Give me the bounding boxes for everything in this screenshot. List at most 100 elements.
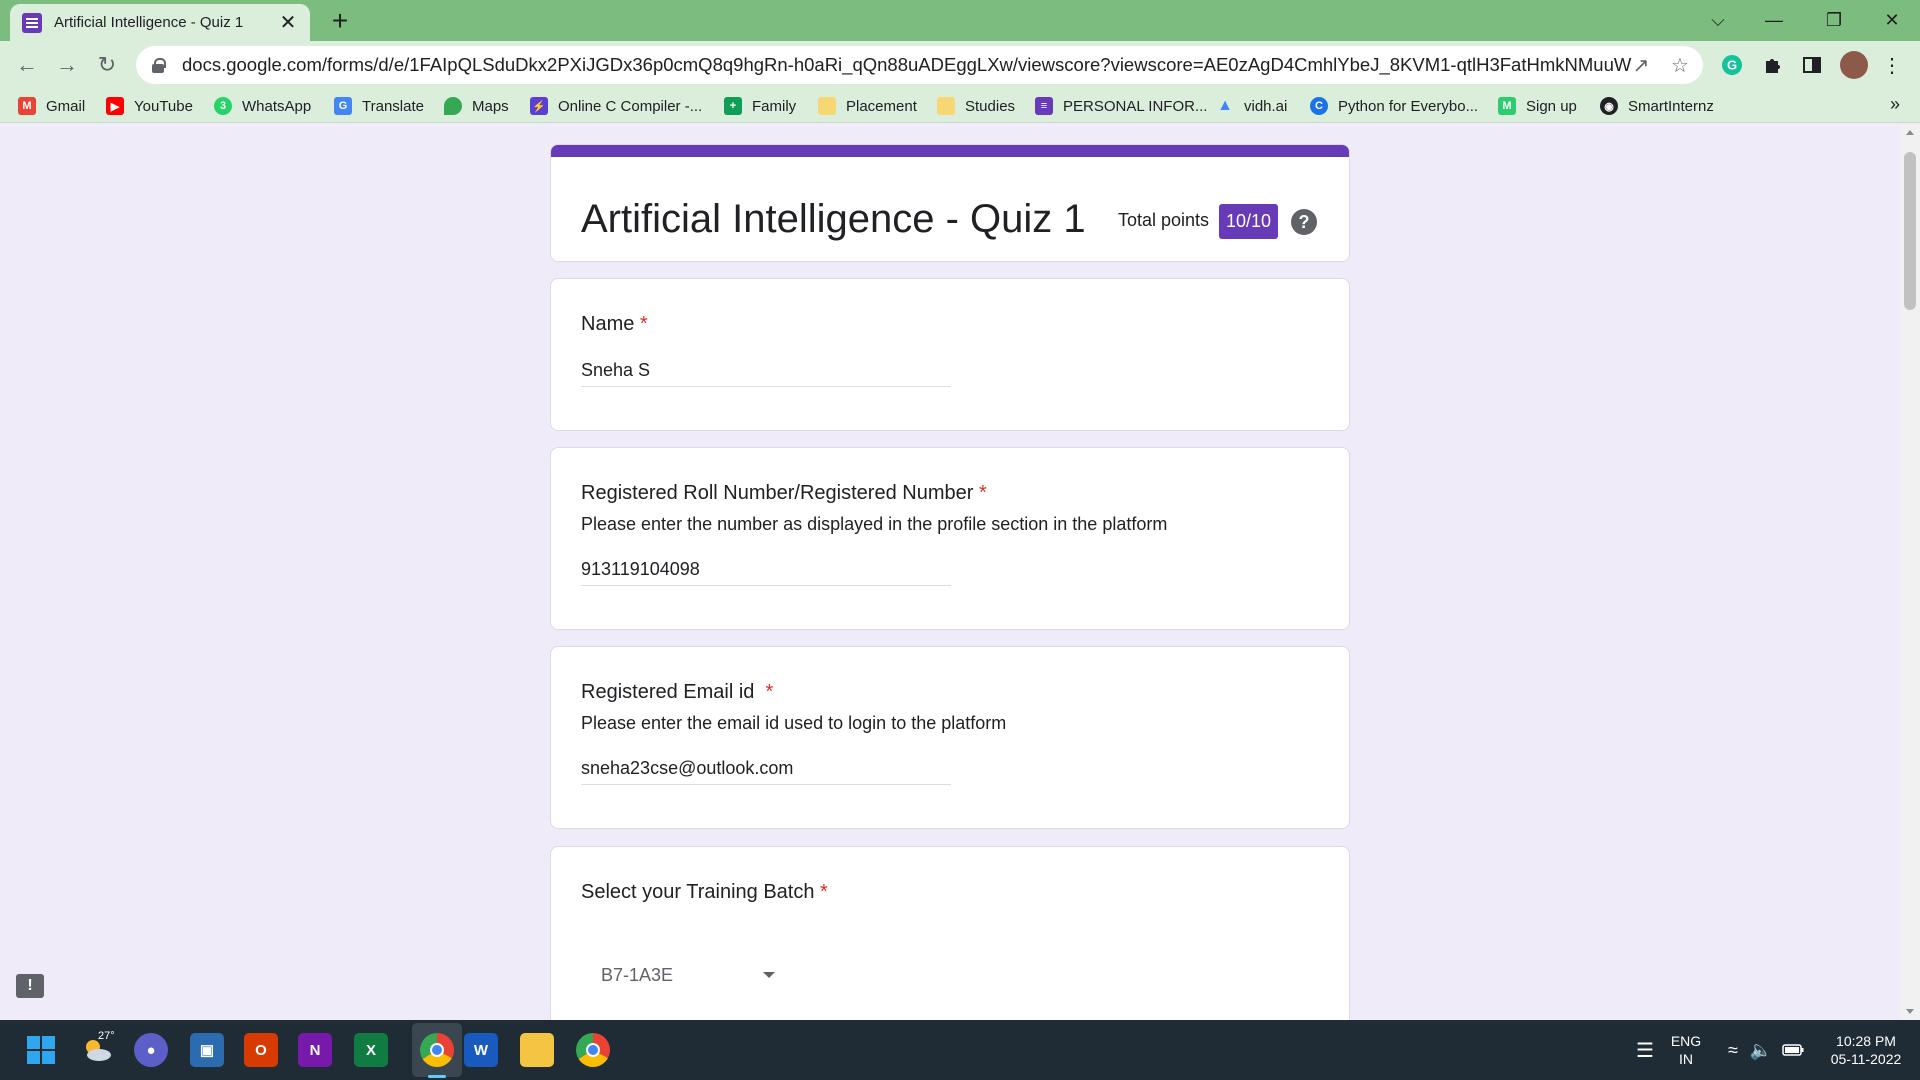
question-title: Registered Roll Number/Registered Number… [581, 482, 987, 504]
globe-icon: ◉ [1600, 97, 1618, 115]
language-indicator[interactable]: ENG IN [1664, 1032, 1708, 1068]
scroll-up-icon[interactable] [1906, 130, 1914, 135]
vidhai-icon: ▲ [1217, 97, 1233, 114]
bookmark-family[interactable]: + Family [724, 95, 796, 117]
file-explorer-icon[interactable] [520, 1033, 554, 1067]
report-feedback-icon[interactable]: ! [16, 974, 44, 998]
page-scrollbar[interactable] [1900, 124, 1920, 1020]
bookmark-gmail[interactable]: M Gmail [18, 95, 85, 117]
bookmark-studies[interactable]: Studies [937, 95, 1015, 117]
bookmark-whatsapp[interactable]: 3 WhatsApp [214, 95, 311, 117]
sheets-icon: + [724, 97, 742, 115]
question-description: Please enter the email id used to login … [581, 713, 1007, 733]
active-app-indicator [428, 1075, 446, 1078]
bookmark-personal-info[interactable]: ≡ PERSONAL INFOR... [1035, 95, 1207, 117]
question-title: Registered Email id * [581, 681, 774, 703]
maps-icon [444, 97, 462, 115]
new-tab-button[interactable]: + [325, 6, 355, 36]
bookmark-python-for-everybody[interactable]: C Python for Everybo... [1310, 95, 1478, 117]
forms-favicon-icon [22, 12, 42, 33]
question-card-roll-number: Registered Roll Number/Registered Number… [550, 447, 1350, 630]
share-icon[interactable]: ↗ [1630, 54, 1652, 77]
bookmark-star-icon[interactable]: ☆ [1669, 54, 1691, 77]
page-content: Artificial Intelligence - Quiz 1 Total p… [0, 124, 1900, 1020]
notifications-chat-icon[interactable]: ☰ [1628, 1033, 1662, 1067]
form-title: Artificial Intelligence - Quiz 1 [581, 197, 1086, 241]
onenote-icon[interactable]: N [298, 1033, 332, 1067]
required-mark: * [765, 681, 774, 703]
help-icon[interactable]: ? [1291, 209, 1317, 235]
tab-search-icon[interactable]: ⌵ [1690, 0, 1746, 41]
whatsapp-icon: 3 [214, 97, 232, 115]
volume-icon[interactable]: 🔈 [1744, 1033, 1778, 1067]
bookmark-translate[interactable]: G Translate [334, 95, 424, 117]
gmail-icon: M [18, 97, 36, 115]
bookmark-online-c-compiler[interactable]: ⚡ Online C Compiler -... [530, 95, 702, 117]
word-icon[interactable]: W [464, 1033, 498, 1067]
question-description: Please enter the number as displayed in … [581, 514, 1168, 534]
coursera-icon: C [1310, 97, 1328, 115]
remote-desktop-icon[interactable]: ▣ [190, 1033, 224, 1067]
scroll-thumb[interactable] [1904, 152, 1916, 310]
start-windows-icon[interactable] [24, 1033, 58, 1067]
back-icon[interactable]: ← [11, 49, 43, 81]
bookmark-vidhai[interactable]: ▲ vidh.ai [1216, 95, 1287, 117]
dropdown-arrow-icon [763, 972, 775, 978]
close-window-button[interactable]: ✕ [1864, 0, 1920, 41]
required-mark: * [978, 482, 987, 504]
bookmarks-overflow-icon[interactable]: » [1890, 94, 1900, 115]
chrome-icon[interactable] [420, 1033, 454, 1067]
bookmark-maps[interactable]: Maps [444, 95, 509, 117]
office-icon[interactable]: O [244, 1033, 278, 1067]
forward-icon[interactable]: → [51, 49, 83, 81]
compiler-icon: ⚡ [530, 97, 548, 115]
side-panel-icon[interactable] [1800, 53, 1824, 77]
folder-icon [818, 97, 836, 115]
forms-icon: ≡ [1035, 97, 1053, 115]
form-header-card: Artificial Intelligence - Quiz 1 Total p… [550, 144, 1350, 262]
bookmark-sign-up[interactable]: M Sign up [1498, 95, 1577, 117]
grammarly-icon[interactable]: G [1720, 53, 1744, 77]
question-card-training-batch: Select your Training Batch * B7-1A3E [550, 846, 1350, 1020]
profile-avatar[interactable] [1840, 51, 1868, 79]
bookmarks-bar: M Gmail ▶ YouTube 3 WhatsApp G Translate Map… [0, 89, 1920, 123]
chrome-profile-icon[interactable] [576, 1033, 610, 1067]
accent-bar [551, 145, 1349, 157]
windows-taskbar: 27° ● ▣ O N X W ☰ ENG IN ≈ 🔈 10:28 PM 05… [0, 1020, 1920, 1080]
required-mark: * [820, 881, 828, 903]
address-bar[interactable]: docs.google.com/forms/d/e/1FAIpQLSduDkx2… [136, 46, 1703, 84]
translate-icon: G [334, 97, 352, 115]
restore-button[interactable]: ❐ [1806, 0, 1862, 41]
clock[interactable]: 10:28 PM 05-11-2022 [1818, 1032, 1914, 1068]
question-card-email: Registered Email id * Please enter the e… [550, 646, 1350, 829]
menu-kebab-icon[interactable]: ⋮ [1880, 53, 1904, 77]
question-title: Name * [581, 313, 648, 335]
extensions-icon[interactable] [1760, 53, 1784, 77]
m-icon: M [1498, 97, 1516, 115]
question-title: Select your Training Batch * [581, 881, 828, 903]
answer-text: sneha23cse@outlook.com [581, 755, 951, 785]
tab-title: Artificial Intelligence - Quiz 1 [54, 14, 244, 31]
svg-text:G: G [1727, 58, 1737, 73]
minimize-button[interactable]: — [1746, 0, 1802, 41]
browser-tab[interactable]: Artificial Intelligence - Quiz 1 ✕ [10, 4, 310, 41]
browser-toolbar: ← → ↻ docs.google.com/forms/d/e/1FAIpQLS… [0, 41, 1920, 89]
folder-icon [937, 97, 955, 115]
tab-strip: Artificial Intelligence - Quiz 1 ✕ + ⌵ —… [0, 0, 1920, 41]
excel-icon[interactable]: X [354, 1033, 388, 1067]
bookmark-youtube[interactable]: ▶ YouTube [106, 95, 193, 117]
question-card-name: Name * Sneha S [550, 278, 1350, 431]
scroll-down-icon[interactable] [1906, 1009, 1914, 1014]
bookmark-placement[interactable]: Placement [818, 95, 917, 117]
total-points-label: Total points [1118, 210, 1210, 230]
teams-chat-icon[interactable]: ● [134, 1033, 168, 1067]
tab-close-icon[interactable]: ✕ [278, 10, 298, 35]
answer-text: 913119104098 [581, 556, 951, 586]
bookmark-smartinternz[interactable]: ◉ SmartInternz [1600, 95, 1714, 117]
battery-icon[interactable] [1776, 1033, 1810, 1067]
training-batch-select[interactable]: B7-1A3E [581, 955, 781, 995]
youtube-icon: ▶ [106, 97, 124, 115]
reload-icon[interactable]: ↻ [91, 49, 123, 81]
weather-temperature: 27° [98, 1030, 115, 1042]
selected-value: B7-1A3E [601, 964, 674, 985]
